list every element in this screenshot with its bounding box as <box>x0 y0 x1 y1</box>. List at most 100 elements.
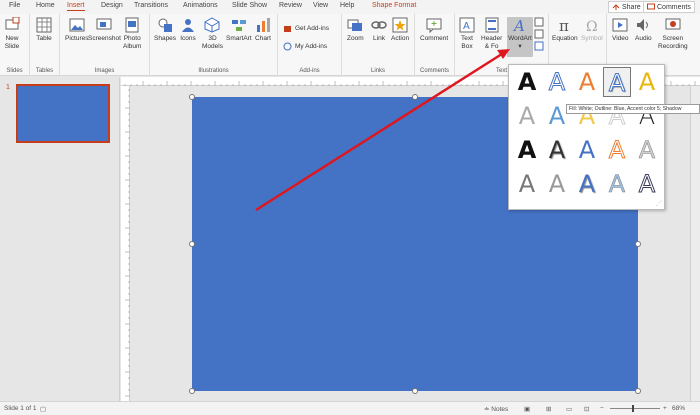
resize-handle-r[interactable] <box>635 241 641 247</box>
tab-home[interactable]: Home <box>36 2 55 9</box>
tab-animations[interactable]: Animations <box>183 2 218 9</box>
accessibility-icon[interactable]: ▢ <box>40 405 46 413</box>
screen-recording-button[interactable]: Screen Recording <box>658 17 688 51</box>
comment-icon <box>426 18 442 33</box>
comments-button[interactable]: Comments <box>643 1 695 13</box>
wordart-style-dark-outline[interactable]: A <box>633 169 661 199</box>
tab-help[interactable]: Help <box>340 2 354 9</box>
vertical-scrollbar[interactable] <box>690 86 700 401</box>
header-footer-button[interactable]: Header & Fo <box>481 17 502 51</box>
text-box-button[interactable]: A Text Box <box>459 17 475 51</box>
wordart-style-black[interactable]: A <box>513 67 541 97</box>
my-addins-label: My Add-ins <box>295 43 328 50</box>
share-button[interactable]: Share <box>608 1 645 13</box>
text-box-icon: A <box>459 17 475 33</box>
chart-button[interactable]: Chart <box>255 17 271 43</box>
my-addins-button[interactable]: My Add-ins <box>283 42 327 51</box>
links-group-label: Links <box>370 68 385 74</box>
symbol-button[interactable]: Ω Symbol <box>581 17 603 43</box>
tab-view[interactable]: View <box>313 2 328 9</box>
link-icon <box>371 21 387 29</box>
normal-view-icon[interactable]: ▣ <box>524 405 530 413</box>
zoom-out-icon[interactable]: − <box>600 405 604 412</box>
link-button[interactable]: Link <box>371 17 387 43</box>
smartart-icon <box>231 20 246 31</box>
slide-thumbnail[interactable] <box>16 84 110 143</box>
icons-button[interactable]: Icons <box>180 17 196 43</box>
tab-shape-format[interactable]: Shape Format <box>372 2 416 9</box>
text-small-icons[interactable] <box>534 17 544 51</box>
symbol-label: Symbol <box>581 35 603 42</box>
tab-slide-show[interactable]: Slide Show <box>232 2 267 9</box>
resize-handle-t[interactable] <box>412 94 418 100</box>
status-bar: Slide 1 of 1 ▢ ≐ Notes ▣ ⊞ ▭ ⊡ − + 68% <box>0 401 700 415</box>
slide-sorter-icon[interactable]: ⊞ <box>546 405 551 413</box>
svg-text:Ω: Ω <box>586 19 598 33</box>
resize-grip-icon[interactable]: ⋰ <box>656 200 662 207</box>
slideshow-icon[interactable]: ⊡ <box>584 405 589 413</box>
wordart-style-gold[interactable]: A <box>633 67 661 97</box>
video-button[interactable]: Video <box>612 17 629 43</box>
3d-models-button[interactable]: 3D Models <box>202 17 223 51</box>
zoom-slider[interactable] <box>610 408 660 409</box>
smartart-button[interactable]: SmartArt <box>226 17 252 43</box>
screenshot-button[interactable]: Screenshot <box>88 17 121 43</box>
table-button[interactable]: Table <box>36 17 52 43</box>
wordart-button[interactable]: A WordArt ▾ <box>507 17 533 57</box>
tab-review[interactable]: Review <box>279 2 302 9</box>
zoom-level[interactable]: 68% <box>672 405 685 412</box>
group-links: Zoom Link Action Links <box>342 14 415 76</box>
zoom-slider-thumb[interactable] <box>632 405 634 412</box>
wordart-style-black-bold[interactable]: A <box>513 135 541 165</box>
wordart-style-orange-outline[interactable]: A <box>603 135 631 165</box>
zoom-in-icon[interactable]: + <box>663 405 667 412</box>
tab-design[interactable]: Design <box>101 2 123 9</box>
pictures-button[interactable]: Pictures <box>65 17 88 43</box>
wordart-style-gray-light[interactable]: A <box>513 101 541 131</box>
resize-handle-b[interactable] <box>412 388 418 394</box>
svg-text:A: A <box>463 21 470 32</box>
video-icon <box>612 18 628 32</box>
chevron-down-icon: ▾ <box>518 43 522 50</box>
resize-handle-bl[interactable] <box>189 388 195 394</box>
header-footer-icon <box>485 17 499 33</box>
comment-label: Comment <box>420 35 449 42</box>
wordart-style-shadow[interactable]: A <box>543 135 571 165</box>
wordart-style-white-outline[interactable]: A <box>603 67 631 98</box>
shapes-button[interactable]: Shapes <box>154 17 176 43</box>
reading-view-icon[interactable]: ▭ <box>566 405 572 413</box>
zoom-button[interactable]: Zoom <box>347 17 364 43</box>
vertical-ruler <box>121 86 130 401</box>
wordart-style-blue-pale[interactable]: A <box>603 169 631 199</box>
illustrations-group-label: Illustrations <box>198 68 229 74</box>
tab-file[interactable]: File <box>9 2 20 9</box>
resize-handle-l[interactable] <box>189 241 195 247</box>
photo-album-label-1: Photo <box>123 35 141 42</box>
new-slide-button[interactable]: New Slide <box>4 17 20 51</box>
resize-handle-tl[interactable] <box>189 94 195 100</box>
get-addins-button[interactable]: Get Add-ins <box>283 24 329 33</box>
wordart-style-orange[interactable]: A <box>573 67 601 97</box>
new-slide-icon <box>5 17 20 30</box>
group-tables: Table Tables <box>30 14 60 76</box>
omega-icon: Ω <box>586 19 598 33</box>
wordart-gallery: ⋰ AAAAAAAAAAAAAAAAAAAA <box>508 64 665 210</box>
action-button[interactable]: Action <box>391 17 409 43</box>
tab-transitions[interactable]: Transitions <box>134 2 168 9</box>
wordart-style-gray2[interactable]: A <box>543 169 571 199</box>
wordart-style-blue-bevel[interactable]: A <box>573 169 601 199</box>
wordart-style-gray[interactable]: A <box>513 169 541 199</box>
comment-button[interactable]: Comment <box>420 17 448 43</box>
audio-button[interactable]: Audio <box>635 17 652 43</box>
wordart-style-blue[interactable]: A <box>573 135 601 165</box>
notes-button[interactable]: ≐ Notes <box>484 405 508 413</box>
cube-icon <box>204 17 220 33</box>
table-label: Table <box>36 35 52 42</box>
photo-album-button[interactable]: Photo Album <box>123 17 141 51</box>
tab-insert[interactable]: Insert <box>67 2 85 11</box>
resize-handle-br[interactable] <box>635 388 641 394</box>
wordart-style-blue-outline[interactable]: A <box>543 67 571 97</box>
equation-button[interactable]: π Equation <box>552 17 578 43</box>
wordart-style-silver[interactable]: A <box>633 135 661 165</box>
chart-label: Chart <box>255 35 271 42</box>
